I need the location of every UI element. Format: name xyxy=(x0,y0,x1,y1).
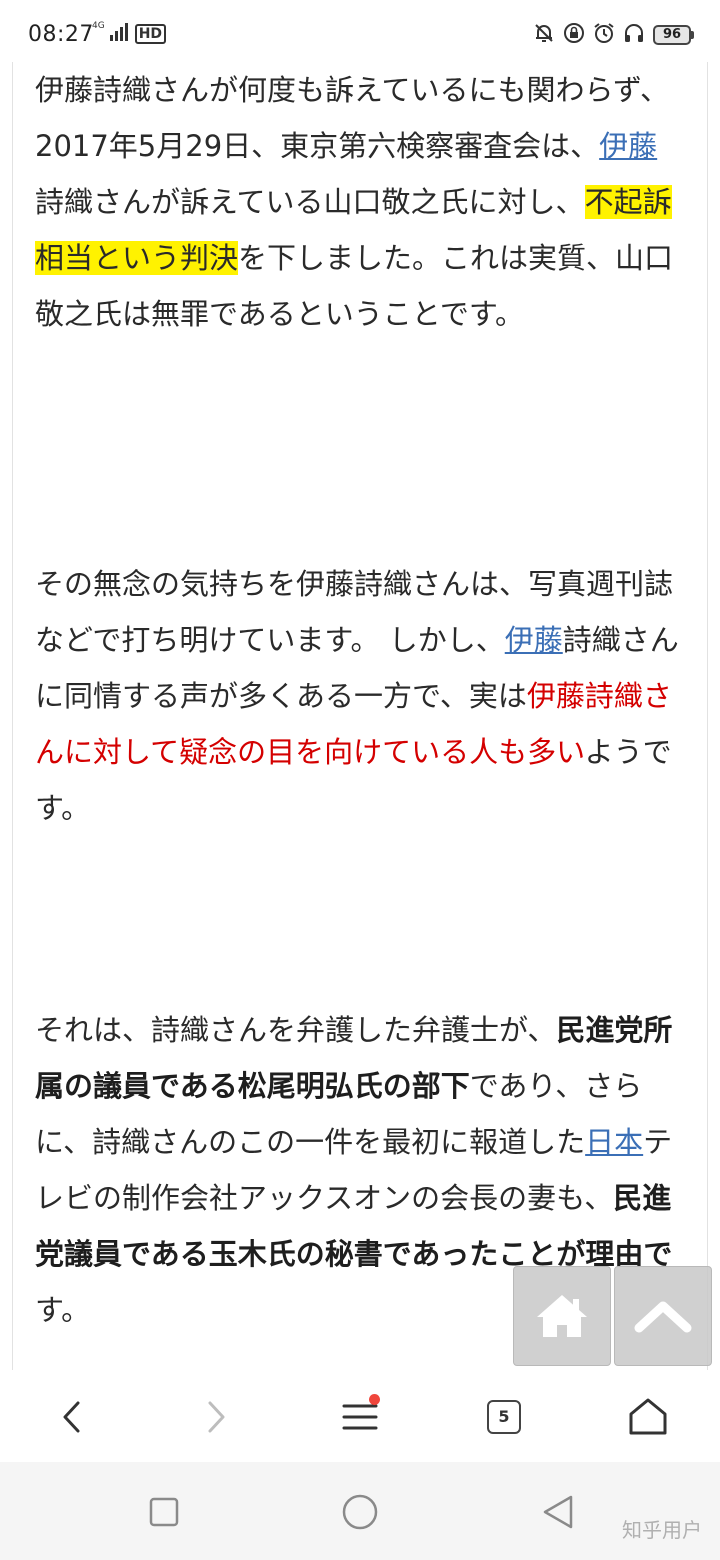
circle-icon xyxy=(342,1494,378,1530)
watermark: 知乎用户 xyxy=(622,1518,702,1542)
browser-home-button[interactable] xyxy=(618,1392,678,1442)
headphones-icon xyxy=(623,22,645,48)
status-bar: 08:27 4G HD 96 xyxy=(0,0,720,62)
home-icon xyxy=(537,1295,587,1337)
forward-button[interactable] xyxy=(186,1392,246,1442)
floating-home-button[interactable] xyxy=(513,1266,611,1366)
menu-button[interactable] xyxy=(330,1392,390,1442)
keyword-link-ito[interactable]: 伊藤 xyxy=(599,129,657,163)
scroll-to-top-button[interactable] xyxy=(614,1266,712,1366)
back-button[interactable] xyxy=(42,1392,102,1442)
paragraph-text: 詩織さんが訴えている山口敬之氏に対し、 xyxy=(35,185,585,219)
chevron-right-icon xyxy=(208,1401,225,1433)
hd-icon: HD xyxy=(134,24,167,44)
browser-toolbar: 5 xyxy=(0,1370,720,1462)
home-nav-button[interactable] xyxy=(338,1490,382,1534)
system-navigation-bar: 知乎用户 xyxy=(0,1462,720,1560)
scroll-top-icon xyxy=(634,1301,692,1333)
keyword-link-ito[interactable]: 伊藤 xyxy=(505,623,563,657)
menu-notification-dot xyxy=(369,1394,380,1405)
menu-icon xyxy=(342,1404,378,1430)
paragraph-text: 伊藤詩織さんが何度も訴えているにも関わらず、2017年5月29日、東京第六検察審… xyxy=(35,73,669,163)
back-nav-button[interactable] xyxy=(536,1490,580,1534)
signal-icon xyxy=(109,22,131,46)
tab-count-badge: 5 xyxy=(487,1400,521,1434)
battery-icon: 96 xyxy=(653,25,694,45)
article-paragraph-1: 伊藤詩織さんが何度も訴えているにも関わらず、2017年5月29日、東京第六検察審… xyxy=(35,62,685,342)
lock-rotation-icon xyxy=(563,22,585,48)
status-icons-left: 4G HD xyxy=(92,20,167,46)
keyword-link-nihon[interactable]: 日本 xyxy=(585,1125,643,1159)
alarm-icon xyxy=(593,22,615,48)
battery-level: 96 xyxy=(653,25,691,45)
status-time: 08:27 xyxy=(28,22,94,47)
article-paragraph-2: その無念の気持ちを伊藤詩織さんは、写真週刊誌などで打ち明けています。 しかし、伊… xyxy=(35,556,685,836)
article-content: 伊藤詩織さんが何度も訴えているにも関わらず、2017年5月29日、東京第六検察審… xyxy=(12,62,708,1370)
recents-button[interactable] xyxy=(142,1490,186,1534)
status-icons-right: 96 xyxy=(533,22,694,48)
paragraph-text: す。 xyxy=(35,1293,91,1327)
chevron-left-icon xyxy=(63,1401,80,1433)
triangle-back-icon xyxy=(543,1495,573,1529)
network-type-label: 4G xyxy=(92,20,105,31)
paragraph-text: それは、詩織さんを弁護した弁護士が、 xyxy=(35,1013,557,1047)
mute-bell-icon xyxy=(533,22,555,48)
house-outline-icon xyxy=(629,1398,667,1435)
square-icon xyxy=(149,1497,179,1527)
tabs-button[interactable]: 5 xyxy=(474,1392,534,1442)
